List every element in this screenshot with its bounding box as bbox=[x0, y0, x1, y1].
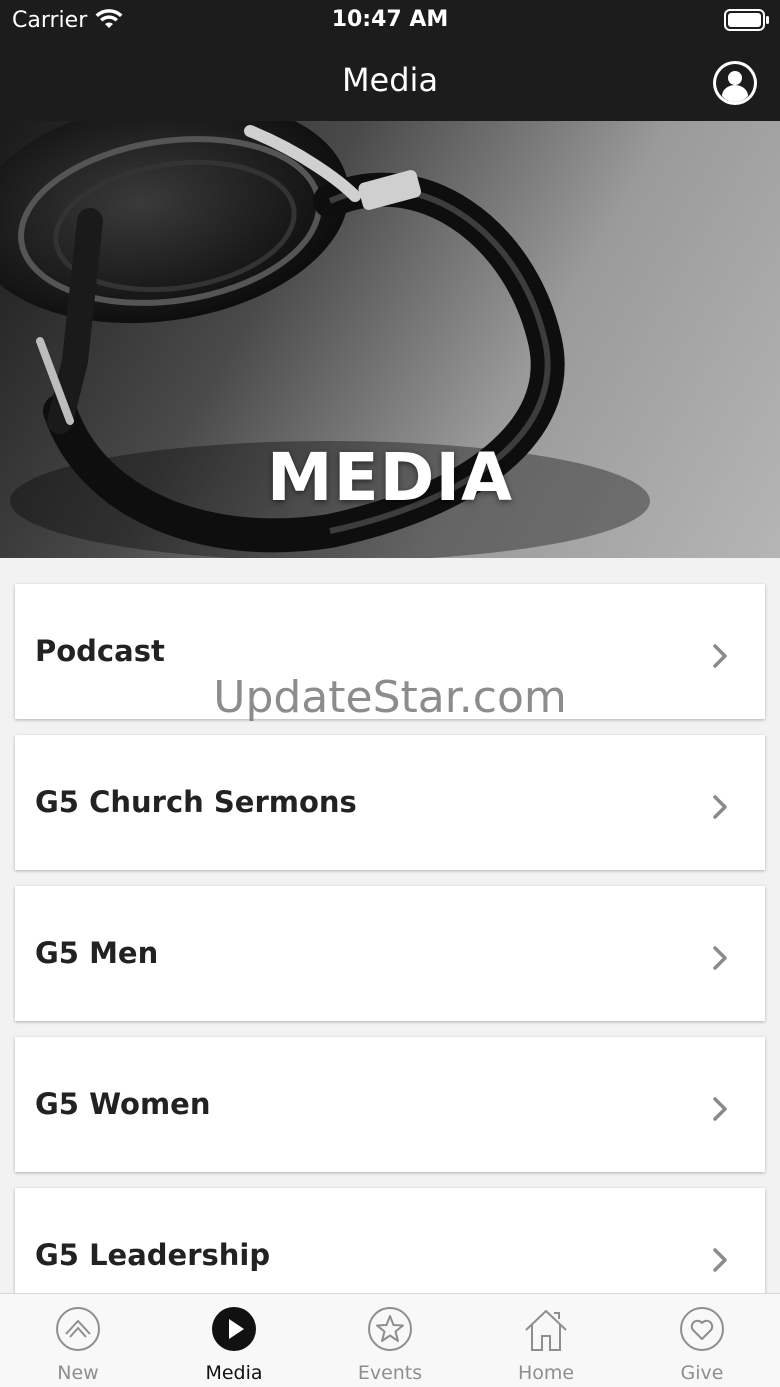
tab-label: New bbox=[57, 1362, 99, 1384]
profile-icon[interactable] bbox=[712, 60, 758, 106]
tab-events[interactable]: Events bbox=[312, 1294, 468, 1387]
status-bar: Carrier 10:47 AM bbox=[0, 0, 780, 40]
tab-home[interactable]: Home bbox=[468, 1294, 624, 1387]
tab-new[interactable]: New bbox=[0, 1294, 156, 1387]
clock: 10:47 AM bbox=[331, 7, 449, 32]
chevron-right-icon bbox=[713, 795, 727, 819]
list-item-label: G5 Leadership bbox=[35, 1238, 271, 1272]
heart-icon bbox=[680, 1307, 724, 1351]
play-icon bbox=[212, 1307, 256, 1351]
tab-label: Give bbox=[680, 1362, 724, 1384]
list-item-g5-men[interactable]: G5 Men bbox=[15, 886, 765, 1021]
list-item-label: Podcast bbox=[35, 634, 165, 668]
home-icon bbox=[525, 1309, 567, 1351]
chevron-right-icon bbox=[713, 1248, 727, 1272]
page-title: Media bbox=[341, 61, 439, 99]
chevron-right-icon bbox=[713, 946, 727, 970]
tab-bar: New Media Events Home Give bbox=[0, 1293, 780, 1387]
list-item-label: G5 Church Sermons bbox=[35, 785, 357, 819]
list-item-label: G5 Women bbox=[35, 1087, 211, 1121]
list-item-podcast[interactable]: Podcast bbox=[15, 584, 765, 719]
star-icon bbox=[368, 1307, 412, 1351]
list-item-g5-church-sermons[interactable]: G5 Church Sermons bbox=[15, 735, 765, 870]
chevron-right-icon bbox=[713, 644, 727, 668]
list-item-g5-women[interactable]: G5 Women bbox=[15, 1037, 765, 1172]
tab-label: Events bbox=[357, 1362, 423, 1384]
navigation-bar: Media bbox=[0, 40, 780, 121]
tab-label: Media bbox=[205, 1362, 263, 1384]
chevron-right-icon bbox=[713, 1097, 727, 1121]
tab-label: Home bbox=[517, 1362, 575, 1384]
battery-icon bbox=[724, 9, 769, 31]
list-item-label: G5 Men bbox=[35, 936, 159, 970]
hero-banner: MEDIA bbox=[0, 121, 780, 558]
tab-give[interactable]: Give bbox=[624, 1294, 780, 1387]
tab-media[interactable]: Media bbox=[156, 1294, 312, 1387]
hero-title: MEDIA bbox=[266, 439, 514, 516]
chevron-up-icon bbox=[56, 1307, 100, 1351]
